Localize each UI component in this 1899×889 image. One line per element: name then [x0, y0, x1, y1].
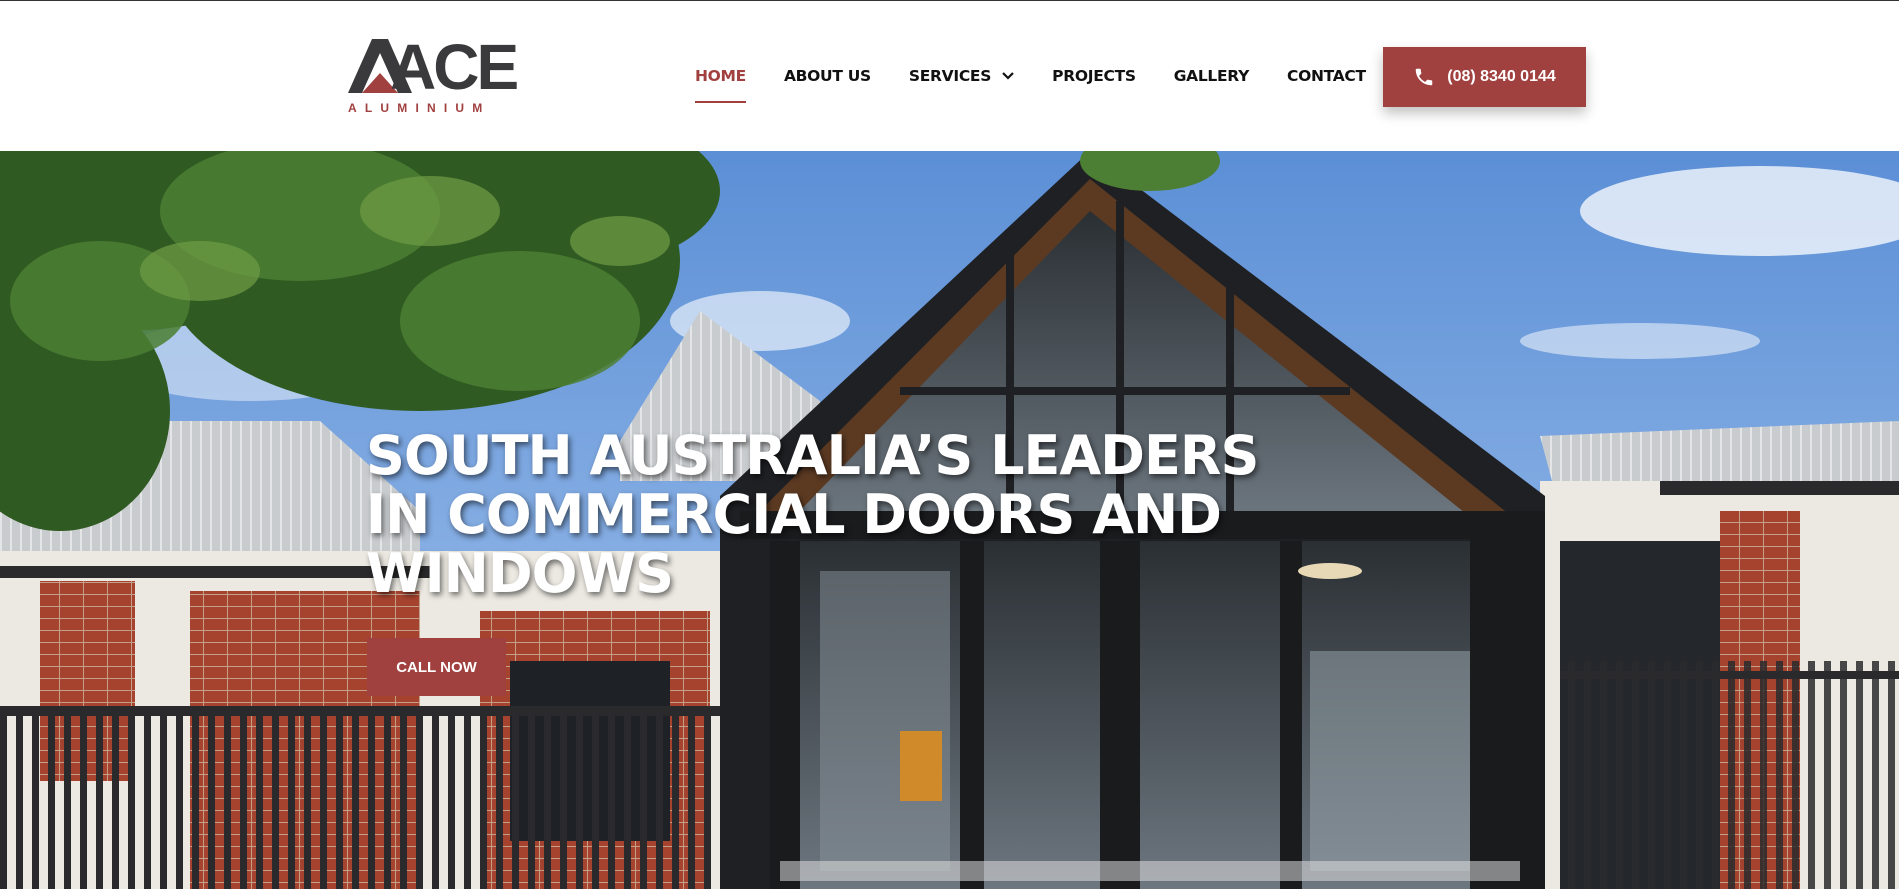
nav-item-label: GALLERY	[1173, 67, 1250, 85]
logo[interactable]: ACE ALUMINIUM	[348, 35, 519, 117]
hero-title-line: SOUTH AUSTRALIA’S LEADERS	[366, 424, 1259, 487]
hero-title: SOUTH AUSTRALIA’S LEADERS IN COMMERCIAL …	[366, 426, 1266, 603]
logo-word: ACE	[390, 31, 519, 103]
nav-item-home[interactable]: HOME	[690, 59, 751, 103]
chevron-down-icon	[1002, 72, 1014, 80]
nav-item-label: PROJECTS	[1052, 67, 1136, 85]
nav-item-about-us[interactable]: ABOUT US	[779, 59, 876, 103]
nav-item-projects[interactable]: PROJECTS	[1047, 59, 1141, 103]
phone-button[interactable]: (08) 8340 0144	[1383, 47, 1586, 107]
nav-item-gallery[interactable]: GALLERY	[1169, 59, 1254, 103]
hero-title-line: IN COMMERCIAL DOORS AND	[366, 483, 1222, 546]
hero-title-line: WINDOWS	[366, 542, 674, 605]
logo-subtitle: ALUMINIUM	[348, 101, 491, 115]
nav-item-label: CONTACT	[1287, 67, 1366, 85]
nav-item-label: HOME	[695, 67, 746, 85]
site-header: ACE ALUMINIUM HOME ABOUT US SERVICES PRO…	[0, 1, 1899, 151]
nav-item-services[interactable]: SERVICES	[904, 59, 1019, 103]
hero-section: SOUTH AUSTRALIA’S LEADERS IN COMMERCIAL …	[0, 151, 1899, 889]
phone-label: (08) 8340 0144	[1447, 68, 1556, 85]
main-nav: HOME ABOUT US SERVICES PROJECTS GALLERY …	[690, 59, 1399, 103]
call-now-button[interactable]: CALL NOW	[367, 638, 506, 696]
phone-icon	[1415, 68, 1433, 86]
nav-item-contact[interactable]: CONTACT	[1282, 59, 1371, 103]
nav-item-label: ABOUT US	[783, 67, 871, 85]
nav-item-label: SERVICES	[908, 67, 992, 85]
